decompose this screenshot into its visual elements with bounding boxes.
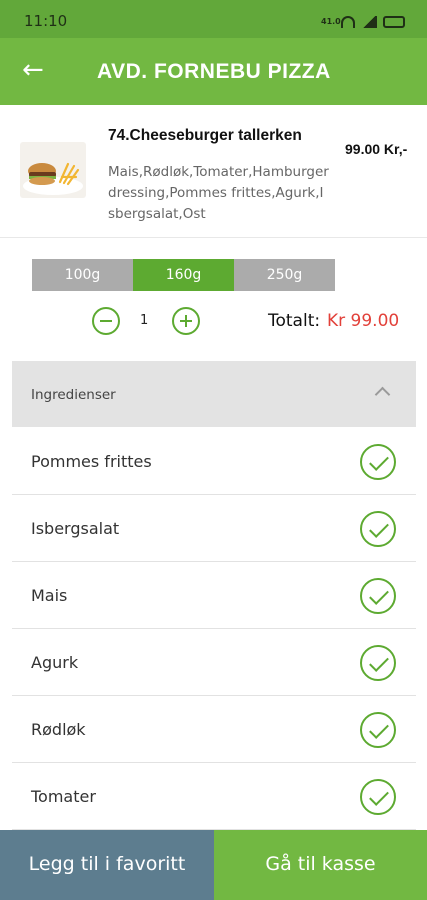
ingredient-row[interactable]: Pommes frittes bbox=[12, 428, 416, 495]
ingredients-title: Ingredienser bbox=[31, 387, 116, 403]
check-circle-icon[interactable] bbox=[360, 712, 396, 748]
total-label: Totalt: bbox=[268, 311, 321, 331]
ingredients-header[interactable]: Ingredienser bbox=[12, 361, 416, 427]
ingredient-row[interactable]: Agurk bbox=[12, 629, 416, 696]
check-circle-icon[interactable] bbox=[360, 444, 396, 480]
battery-icon bbox=[383, 16, 405, 28]
total-value: Kr 99.00 bbox=[327, 311, 400, 331]
ingredient-row[interactable]: Mais bbox=[12, 562, 416, 629]
product-name: 74.Cheeseburger tallerken bbox=[108, 127, 302, 144]
check-circle-icon[interactable] bbox=[360, 511, 396, 547]
page-title: AVD. FORNEBU PIZZA bbox=[97, 60, 331, 83]
ingredient-row[interactable]: Rødløk bbox=[12, 696, 416, 763]
ingredient-label: Isbergsalat bbox=[31, 519, 120, 538]
signal-icon bbox=[361, 16, 377, 28]
ingredient-label: Pommes frittes bbox=[31, 452, 152, 471]
wifi-icon bbox=[341, 16, 355, 28]
size-option-160g[interactable]: 160g bbox=[133, 259, 234, 291]
status-icons: 41.0 bbox=[321, 14, 405, 30]
ingredient-row[interactable]: Isbergsalat bbox=[12, 495, 416, 562]
status-bar: 11:10 41.0 bbox=[0, 0, 427, 38]
decrease-quantity-icon[interactable] bbox=[92, 307, 120, 335]
quantity-value: 1 bbox=[140, 313, 149, 328]
product-card: 74.Cheeseburger tallerken 99.00 Kr,- Mai… bbox=[0, 105, 427, 238]
ingredient-row[interactable]: Tomater bbox=[12, 763, 416, 830]
status-time: 11:10 bbox=[24, 12, 68, 30]
back-arrow-icon[interactable]: ← bbox=[22, 57, 48, 84]
product-price: 99.00 Kr,- bbox=[345, 141, 408, 157]
check-circle-icon[interactable] bbox=[360, 779, 396, 815]
network-speed-label: 41.0 bbox=[321, 17, 341, 26]
app-bar: ← AVD. FORNEBU PIZZA bbox=[0, 38, 427, 105]
check-circle-icon[interactable] bbox=[360, 578, 396, 614]
increase-quantity-icon[interactable] bbox=[172, 307, 200, 335]
product-image bbox=[20, 142, 86, 198]
check-circle-icon[interactable] bbox=[360, 645, 396, 681]
ingredient-label: Tomater bbox=[31, 787, 96, 806]
checkout-button[interactable]: Gå til kasse bbox=[214, 830, 427, 900]
size-selector: 100g 160g 250g bbox=[32, 259, 335, 291]
ingredient-label: Mais bbox=[31, 586, 68, 605]
size-option-100g[interactable]: 100g bbox=[32, 259, 133, 291]
ingredients-list: Pommes frittes Isbergsalat Mais Agurk Rø… bbox=[12, 428, 416, 830]
product-description: Mais,Rødløk,Tomater,Hamburger dressing,P… bbox=[108, 164, 329, 222]
chevron-up-icon[interactable] bbox=[374, 386, 391, 403]
ingredient-label: Rødløk bbox=[31, 720, 86, 739]
size-option-250g[interactable]: 250g bbox=[234, 259, 335, 291]
add-to-favorites-button[interactable]: Legg til i favoritt bbox=[0, 830, 214, 900]
ingredient-label: Agurk bbox=[31, 653, 79, 672]
